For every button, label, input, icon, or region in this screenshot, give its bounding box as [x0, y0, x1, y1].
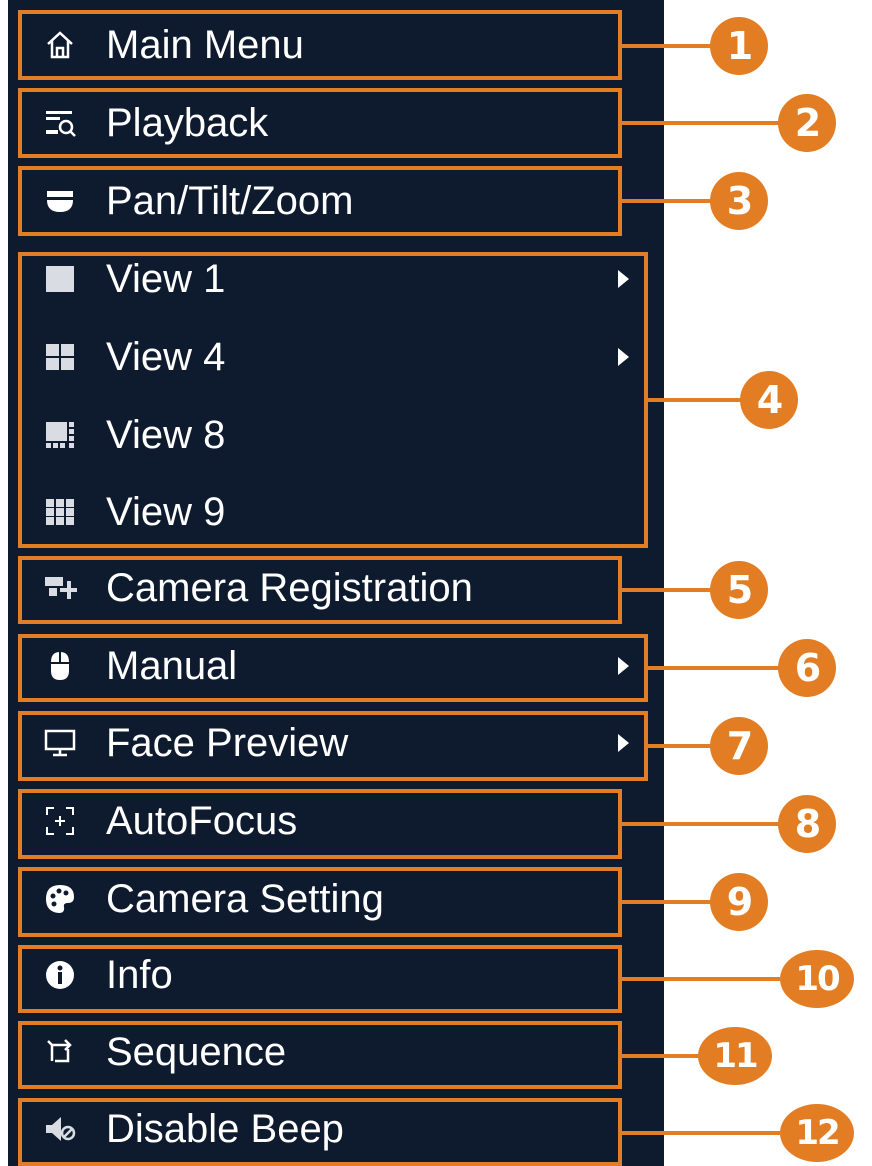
highlight-box-3 — [18, 166, 622, 236]
callout-badge-3: 3 — [710, 172, 768, 230]
highlight-box-5 — [18, 556, 622, 624]
leader-line-12 — [620, 1131, 780, 1135]
highlight-box-12 — [18, 1098, 622, 1166]
callout-badge-11: 11 — [698, 1027, 772, 1085]
callout-badge-12: 12 — [780, 1104, 854, 1162]
highlight-box-6 — [18, 634, 648, 702]
leader-line-6 — [646, 666, 780, 670]
highlight-box-4 — [18, 252, 648, 548]
callout-badge-1: 1 — [710, 17, 768, 75]
highlight-box-10 — [18, 945, 622, 1013]
callout-badge-10: 10 — [780, 950, 854, 1008]
callout-badge-9: 9 — [710, 873, 768, 931]
callout-badge-4: 4 — [740, 371, 798, 429]
highlight-box-9 — [18, 867, 622, 937]
callout-badge-5: 5 — [710, 561, 768, 619]
callout-badge-8: 8 — [778, 795, 836, 853]
leader-line-2 — [620, 121, 780, 125]
highlight-box-11 — [18, 1021, 622, 1089]
highlight-box-8 — [18, 789, 622, 859]
highlight-box-1 — [18, 10, 622, 80]
callout-badge-2: 2 — [778, 94, 836, 152]
leader-line-5 — [620, 588, 712, 592]
leader-line-1 — [620, 44, 712, 48]
highlight-box-7 — [18, 711, 648, 781]
leader-line-9 — [620, 900, 712, 904]
leader-line-4 — [646, 398, 742, 402]
leader-line-10 — [620, 977, 780, 981]
leader-line-7 — [646, 744, 712, 748]
callout-badge-6: 6 — [778, 639, 836, 697]
highlight-box-2 — [18, 88, 622, 158]
leader-line-3 — [620, 199, 712, 203]
leader-line-8 — [620, 822, 780, 826]
callout-badge-7: 7 — [710, 717, 768, 775]
